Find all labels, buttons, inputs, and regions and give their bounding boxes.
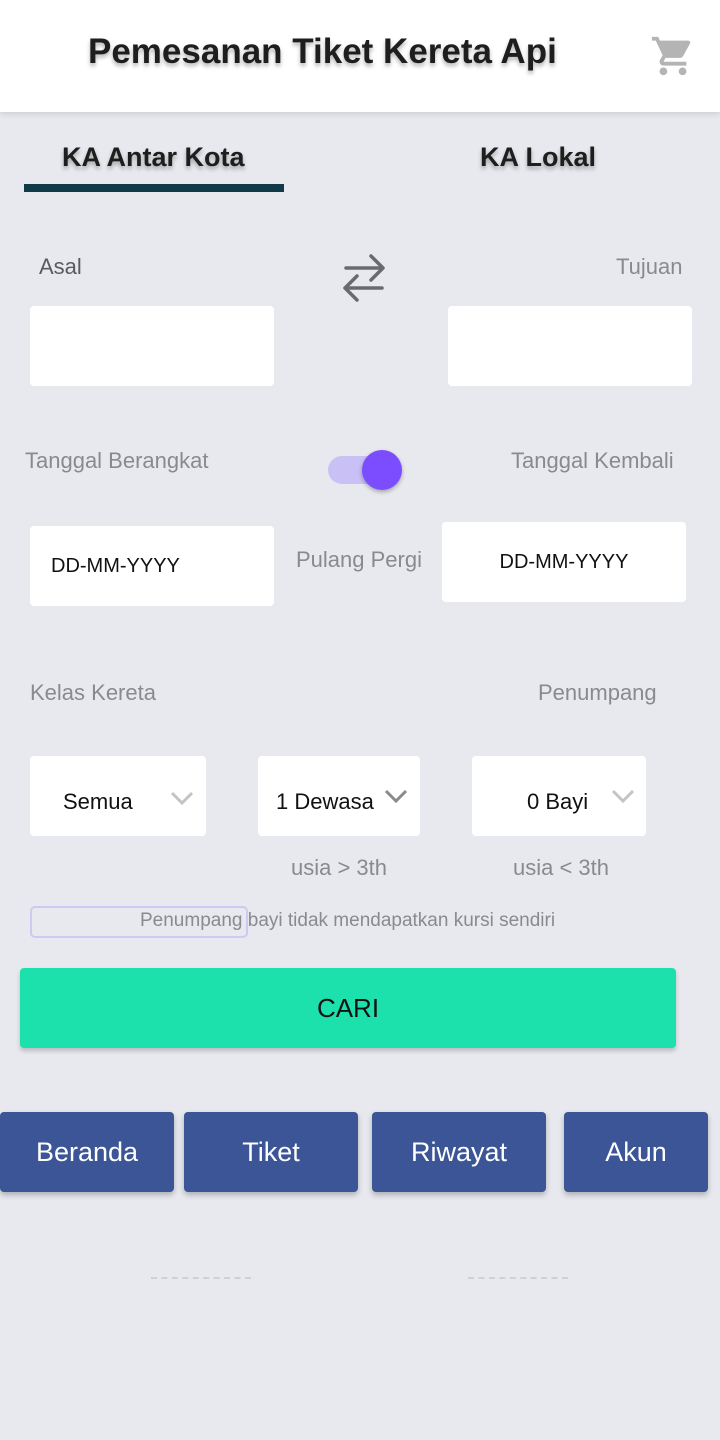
depart-date-label: Tanggal Berangkat bbox=[25, 448, 209, 473]
nav-akun-button[interactable]: Akun bbox=[564, 1112, 708, 1192]
tab-lokal[interactable]: KA Lokal bbox=[480, 142, 596, 173]
return-date-field[interactable]: DD-MM-YYYY bbox=[442, 522, 686, 602]
infant-note-text: Penumpang bayi tidak mendapatkan kursi s… bbox=[140, 910, 556, 931]
divider bbox=[468, 1277, 568, 1279]
adult-age-hint: usia > 3th bbox=[291, 855, 388, 880]
class-select[interactable]: Semua bbox=[30, 756, 206, 836]
destination-input[interactable] bbox=[448, 306, 692, 386]
nav-riwayat-button[interactable]: Riwayat bbox=[372, 1112, 546, 1192]
infant-age-hint: usia < 3th bbox=[513, 855, 610, 880]
divider bbox=[151, 1277, 251, 1279]
round-trip-label: Pulang Pergi bbox=[296, 547, 422, 572]
return-date-value: DD-MM-YYYY bbox=[499, 550, 629, 573]
search-button[interactable]: CARI bbox=[20, 968, 676, 1048]
round-trip-toggle[interactable] bbox=[328, 450, 404, 490]
class-label: Kelas Kereta bbox=[30, 680, 156, 705]
passenger-label: Penumpang bbox=[538, 680, 657, 705]
nav-tiket-button[interactable]: Tiket bbox=[184, 1112, 358, 1192]
chevron-down-icon bbox=[170, 791, 194, 806]
nav-beranda-button[interactable]: Beranda bbox=[0, 1112, 174, 1192]
tab-antar-kota[interactable]: KA Antar Kota bbox=[62, 142, 245, 173]
origin-input[interactable] bbox=[30, 306, 274, 386]
depart-date-field[interactable]: DD-MM-YYYY bbox=[30, 526, 274, 606]
class-selected-value: Semua bbox=[63, 789, 133, 814]
swap-arrows-icon[interactable] bbox=[340, 248, 388, 308]
infant-selected-value: 0 Bayi bbox=[527, 789, 589, 814]
chevron-down-icon bbox=[611, 789, 635, 804]
depart-date-value: DD-MM-YYYY bbox=[51, 554, 180, 577]
destination-label: Tujuan bbox=[616, 254, 683, 279]
return-date-label: Tanggal Kembali bbox=[511, 448, 674, 473]
chevron-down-icon bbox=[384, 789, 408, 804]
adult-select[interactable]: 1 Dewasa bbox=[258, 756, 420, 836]
page-title: Pemesanan Tiket Kereta Api bbox=[88, 32, 557, 71]
toggle-thumb bbox=[362, 450, 402, 490]
active-tab-indicator bbox=[24, 184, 284, 192]
cart-icon[interactable] bbox=[650, 33, 696, 79]
adult-selected-value: 1 Dewasa bbox=[276, 789, 374, 814]
origin-label: Asal bbox=[39, 254, 82, 279]
app-header: Pemesanan Tiket Kereta Api bbox=[0, 0, 720, 112]
infant-select[interactable]: 0 Bayi bbox=[472, 756, 646, 836]
